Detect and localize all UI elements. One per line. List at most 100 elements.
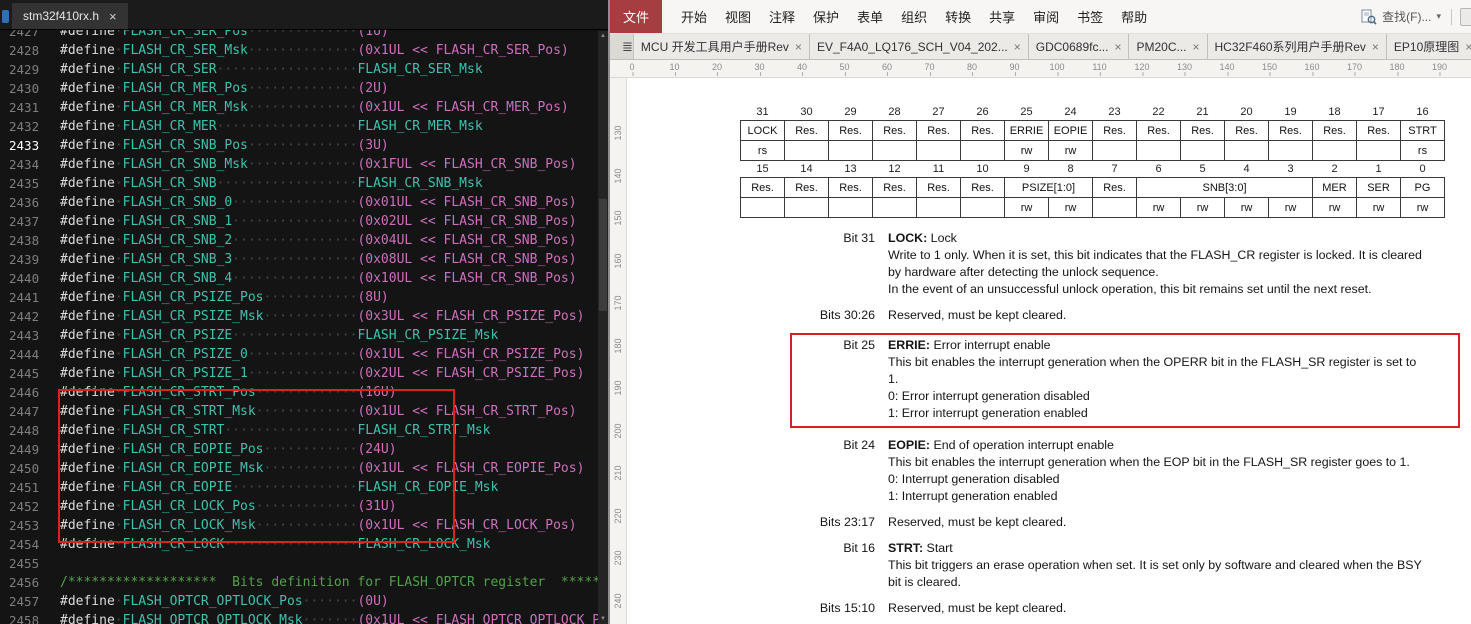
code-line[interactable]: 2451 #define·FLASH_CR_EOPIE··············… xyxy=(0,478,598,497)
code-line[interactable]: 2429 #define·FLASH_CR_SER················… xyxy=(0,60,598,79)
close-icon[interactable]: × xyxy=(1465,40,1471,54)
ruler-number: 0 xyxy=(629,62,635,76)
code-line[interactable]: 2428 #define·FLASH_CR_SER_Msk············… xyxy=(0,41,598,60)
scrollbar-thumb[interactable] xyxy=(599,199,607,311)
close-icon[interactable]: × xyxy=(1014,40,1021,54)
register-table-cell: rw xyxy=(1004,197,1049,218)
menu-item-10[interactable]: 帮助 xyxy=(1112,7,1156,26)
pdf-page[interactable]: 31 30 29 28 27 26 25 24 23 22 21 20 19 18 17 16 LOCK Res.… xyxy=(627,78,1471,624)
code-line[interactable]: 2445 #define·FLASH_CR_PSIZE_1············… xyxy=(0,364,598,383)
close-icon[interactable]: × xyxy=(795,40,802,54)
code-line[interactable]: 2436 #define·FLASH_CR_SNB_0··············… xyxy=(0,193,598,212)
menu-item-3[interactable]: 保护 xyxy=(804,7,848,26)
code-line[interactable]: 2427 #define·FLASH_CR_SER_Pos············… xyxy=(0,30,598,41)
register-table-cell: rs xyxy=(740,140,785,161)
code-line[interactable]: 2430 #define·FLASH_CR_MER_Pos············… xyxy=(0,79,598,98)
menu-item-6[interactable]: 转换 xyxy=(936,7,980,26)
code-line[interactable]: 2457 #define·FLASH_OPTCR_OPTLOCK_Pos·····… xyxy=(0,592,598,611)
file-menu-button[interactable]: 文件 xyxy=(610,0,662,33)
register-table-cell: Res. xyxy=(960,177,1005,198)
register-table-cell: Res. xyxy=(828,120,873,141)
document-tab[interactable]: HC32F460系列用户手册Rev × xyxy=(1206,34,1386,59)
register-table-cell: 9 xyxy=(1023,163,1030,175)
menu-item-8[interactable]: 审阅 xyxy=(1024,7,1068,26)
code-line[interactable]: 2433 #define·FLASH_CR_SNB_Pos············… xyxy=(0,136,598,155)
scroll-down-arrow-icon[interactable]: ▼ xyxy=(600,614,606,624)
code-line[interactable]: 2442 #define·FLASH_CR_PSIZE_Msk··········… xyxy=(0,307,598,326)
register-table-cell: 2 xyxy=(1331,163,1338,175)
register-table-cell: 15 xyxy=(756,163,769,175)
code-line[interactable]: 2434 #define·FLASH_CR_SNB_Msk············… xyxy=(0,155,598,174)
menu-item-2[interactable]: 注释 xyxy=(760,7,804,26)
bit-content: STRT: Start This bit triggers an erase op… xyxy=(888,540,1428,591)
line-number: 2428 xyxy=(9,43,40,58)
close-icon[interactable]: × xyxy=(109,9,117,24)
code-line[interactable]: 2437 #define·FLASH_CR_SNB_1··············… xyxy=(0,212,598,231)
bit-title: EOPIE: End of operation interrupt enable xyxy=(888,438,1114,452)
menu-item-5[interactable]: 组织 xyxy=(892,7,936,26)
code-line[interactable]: 2450 #define·FLASH_CR_EOPIE_Msk··········… xyxy=(0,459,598,478)
register-table-cell: PSIZE[1:0] xyxy=(1004,177,1093,198)
code-line[interactable]: 2454 #define·FLASH_CR_LOCK···············… xyxy=(0,535,598,554)
code-line[interactable]: 2438 #define·FLASH_CR_SNB_2··············… xyxy=(0,231,598,250)
document-tab[interactable]: MCU 开发工具用户手册Rev × xyxy=(632,34,809,59)
code-line[interactable]: 2441 #define·FLASH_CR_PSIZE_Pos··········… xyxy=(0,288,598,307)
close-icon[interactable]: × xyxy=(1114,40,1121,54)
code-line[interactable]: 2444 #define·FLASH_CR_PSIZE_0············… xyxy=(0,345,598,364)
bit-description: Bit 24 EOPIE: End of operation interrupt … xyxy=(817,437,1471,505)
ruler-number: 170 xyxy=(613,295,623,311)
ruler-number: 20 xyxy=(711,62,723,76)
document-tab[interactable]: PM20C... × xyxy=(1128,34,1207,59)
code-line[interactable]: 2453 #define·FLASH_CR_LOCK_Msk···········… xyxy=(0,516,598,535)
menu-item-9[interactable]: 书签 xyxy=(1068,7,1112,26)
document-tab[interactable]: EV_F4A0_LQ176_SCH_V04_202... × xyxy=(808,34,1028,59)
menu-item-7[interactable]: 共享 xyxy=(980,7,1024,26)
code-line[interactable]: 2431 #define·FLASH_CR_MER_Msk············… xyxy=(0,98,598,117)
code-line[interactable]: 2456 /******************* Bits definition… xyxy=(0,573,598,592)
code-text: #define·FLASH_OPTCR_OPTLOCK_Pos·······(0… xyxy=(60,594,389,609)
line-number: 2431 xyxy=(9,100,40,115)
code-line[interactable]: 2449 #define·FLASH_CR_EOPIE_Pos··········… xyxy=(0,440,598,459)
menu-item-4[interactable]: 表单 xyxy=(848,7,892,26)
close-icon[interactable]: × xyxy=(1372,40,1379,54)
document-tab[interactable]: EP10原理图 × xyxy=(1385,34,1471,59)
code-line[interactable]: 2440 #define·FLASH_CR_SNB_4··············… xyxy=(0,269,598,288)
tab-list-icon[interactable]: ≣ xyxy=(622,34,633,59)
register-table-cell: LOCK xyxy=(740,120,785,141)
chevron-down-icon[interactable]: ▾ xyxy=(1436,11,1443,22)
code-line[interactable]: 2446 #define·FLASH_CR_STRT_Pos···········… xyxy=(0,383,598,402)
horizontal-ruler: 0 10 20 30 40 50 60 70 80 90 100 110 120 130 140 150 160… xyxy=(610,60,1471,78)
ruler-number: 230 xyxy=(613,550,623,566)
register-table-cell xyxy=(784,140,829,161)
find-input[interactable]: 查找(F)... xyxy=(1382,8,1431,25)
editor-tab[interactable]: stm32f410rx.h × xyxy=(12,3,128,29)
toolbar-extra-icon[interactable] xyxy=(1460,7,1471,26)
code-line[interactable]: 2447 #define·FLASH_CR_STRT_Msk···········… xyxy=(0,402,598,421)
close-icon[interactable]: × xyxy=(1193,40,1200,54)
code-line[interactable]: 2448 #define·FLASH_CR_STRT···············… xyxy=(0,421,598,440)
code-line[interactable]: 2435 #define·FLASH_CR_SNB················… xyxy=(0,174,598,193)
code-text: #define·FLASH_CR_SNB_Msk··············(0… xyxy=(60,157,577,172)
bit-label: Bit 16 xyxy=(843,541,875,555)
code-line[interactable]: 2432 #define·FLASH_CR_MER················… xyxy=(0,117,598,136)
search-icon[interactable] xyxy=(1361,9,1377,25)
scroll-up-arrow-icon[interactable]: ▲ xyxy=(600,31,606,41)
code-text: #define·FLASH_CR_SER_Pos··············(1… xyxy=(60,30,389,39)
code-line[interactable]: 2452 #define·FLASH_CR_LOCK_Pos···········… xyxy=(0,497,598,516)
code-line[interactable]: 2439 #define·FLASH_CR_SNB_3··············… xyxy=(0,250,598,269)
pdf-content: 130 140 150 160 170 180 190 200 210 220 230 240 31 3… xyxy=(610,78,1471,624)
menu-item-1[interactable]: 视图 xyxy=(716,7,760,26)
code-line[interactable]: 2455 xyxy=(0,554,598,573)
editor-vertical-scrollbar[interactable]: ▲ ▼ xyxy=(598,31,608,624)
code-line[interactable]: 2443 #define·FLASH_CR_PSIZE··············… xyxy=(0,326,598,345)
line-number: 2442 xyxy=(9,309,40,324)
document-tab[interactable]: GDC0689fc... × xyxy=(1027,34,1129,59)
menu-item-0[interactable]: 开始 xyxy=(672,7,716,26)
register-table-cell: Res. xyxy=(916,120,961,141)
register-table-cell: Res. xyxy=(828,177,873,198)
code-area[interactable]: 2427 #define·FLASH_CR_SER_Pos············… xyxy=(0,30,598,624)
ruler-number: 160 xyxy=(1304,62,1320,76)
bit-label: Bit 31 xyxy=(843,231,875,245)
register-table-cell: rw xyxy=(1356,197,1401,218)
code-line[interactable]: 2458 #define·FLASH_OPTCR_OPTLOCK_Msk·····… xyxy=(0,611,598,624)
